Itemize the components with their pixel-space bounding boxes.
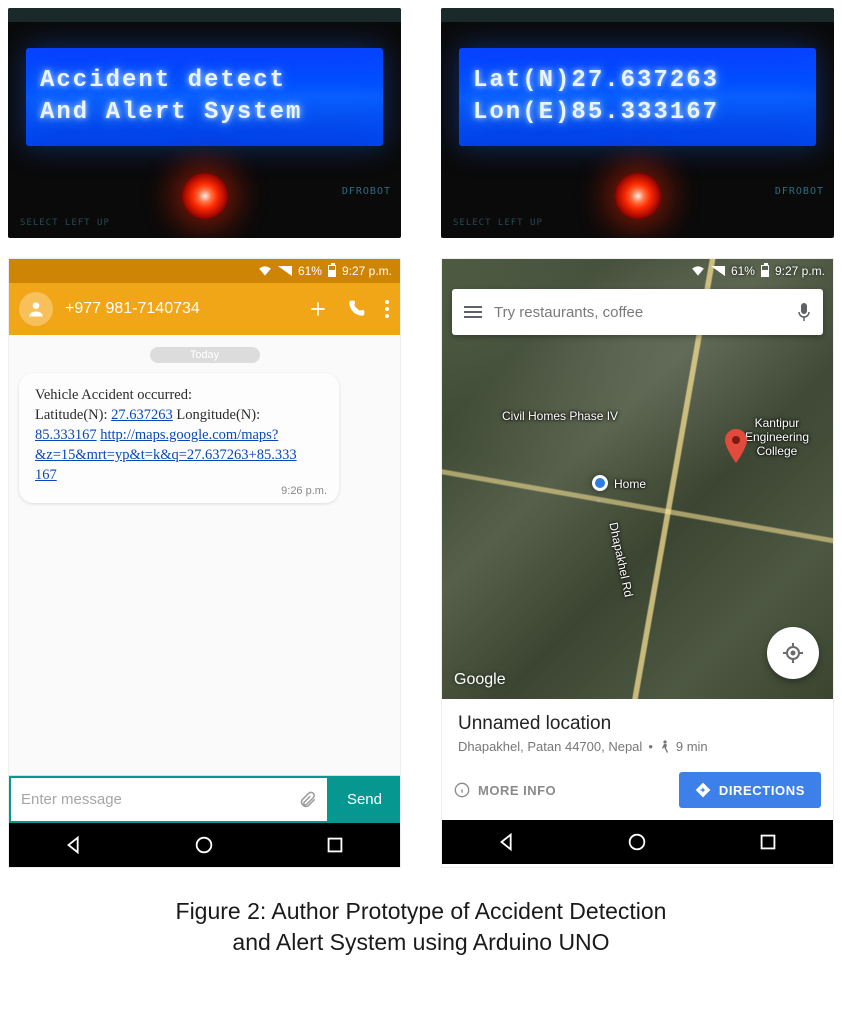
status-time: 9:27 p.m. (342, 264, 392, 278)
map-view[interactable]: 61% 9:27 p.m. Try restaurants, coffee Ci… (442, 259, 833, 699)
sms-header: +977 981-7140734 (9, 283, 400, 335)
msg-time: 9:26 p.m. (281, 484, 327, 499)
message-input[interactable]: Enter message (9, 776, 329, 823)
recents-icon[interactable] (324, 834, 346, 856)
msg-text: Longitude(N): (173, 407, 260, 423)
msg-text: Vehicle Accident occurred: (35, 387, 192, 403)
android-navbar (9, 823, 400, 867)
sms-header-actions (308, 299, 390, 319)
directions-button[interactable]: DIRECTIONS (679, 772, 821, 808)
wifi-icon (691, 266, 705, 276)
mic-icon[interactable] (797, 302, 811, 322)
walk-icon (659, 740, 670, 754)
lcd-panel-title: Accident detect And Alert System DFROBOT… (8, 8, 401, 238)
power-led-icon (615, 173, 661, 219)
menu-dots-icon[interactable] (384, 299, 390, 319)
sms-composer: Enter message Send (9, 775, 400, 823)
more-info-button[interactable]: MORE INFO (454, 782, 556, 798)
signal-icon (711, 266, 725, 276)
pcb-brand: DFROBOT (775, 186, 824, 197)
lcd-screen-coords: Lat(N)27.637263 Lon(E)85.333167 (459, 48, 816, 146)
send-button[interactable]: Send (329, 776, 400, 823)
signal-icon (278, 266, 292, 276)
back-icon[interactable] (496, 831, 518, 853)
battery-percent: 61% (731, 264, 755, 278)
figure-caption: Figure 2: Author Prototype of Accident D… (8, 888, 834, 964)
contact-number[interactable]: +977 981-7140734 (65, 300, 296, 318)
lcd-line: Lon(E)85.333167 (473, 97, 802, 129)
battery-icon (328, 265, 336, 277)
pcb-brand: DFROBOT (342, 186, 391, 197)
status-bar: 61% 9:27 p.m. (442, 259, 833, 283)
directions-icon (695, 782, 711, 798)
poi-label[interactable]: Civil Homes Phase IV (502, 409, 618, 423)
map-pin-icon[interactable] (724, 429, 748, 463)
lcd-line: And Alert System (40, 97, 369, 129)
pcb-buttons: SELECT LEFT UP (20, 218, 110, 228)
poi-label[interactable]: Kantipur Engineering College (745, 417, 809, 458)
my-location-button[interactable] (767, 627, 819, 679)
map-actions: MORE INFO DIRECTIONS (442, 764, 833, 820)
hamburger-icon[interactable] (464, 306, 482, 318)
wifi-icon (258, 266, 272, 276)
back-icon[interactable] (63, 834, 85, 856)
location-title: Unnamed location (458, 713, 817, 735)
lcd-panel-coords: Lat(N)27.637263 Lon(E)85.333167 DFROBOT … (441, 8, 834, 238)
map-search-card[interactable]: Try restaurants, coffee (452, 289, 823, 335)
day-label: Today (150, 347, 260, 363)
longitude-link[interactable]: 85.333167 (35, 427, 97, 443)
input-placeholder: Enter message (21, 791, 122, 808)
android-navbar (442, 820, 833, 864)
figure-grid: Accident detect And Alert System DFROBOT… (4, 4, 838, 968)
sms-phone: 61% 9:27 p.m. +977 981-7140734 Today Veh… (8, 258, 401, 868)
location-subtitle: Dhapakhel, Patan 44700, Nepal • 9 min (458, 739, 817, 754)
map-url-link[interactable]: http://maps.google.com/maps? (100, 427, 278, 443)
battery-icon (761, 265, 769, 277)
google-logo: Google (454, 671, 506, 689)
msg-text: Latitude(N): (35, 407, 111, 423)
recents-icon[interactable] (757, 831, 779, 853)
status-icons: 61% 9:27 p.m. (691, 264, 825, 278)
add-icon[interactable] (308, 299, 328, 319)
latitude-link[interactable]: 27.637263 (111, 407, 173, 423)
lcd-line: Accident detect (40, 65, 369, 97)
status-bar: 61% 9:27 p.m. (9, 259, 400, 283)
contact-avatar-icon[interactable] (19, 292, 53, 326)
call-icon[interactable] (346, 299, 366, 319)
search-placeholder: Try restaurants, coffee (494, 304, 785, 321)
map-url-link[interactable]: 167 (35, 467, 57, 483)
sms-body[interactable]: Today Vehicle Accident occurred: Latitud… (9, 335, 400, 775)
power-led-icon (182, 173, 228, 219)
map-url-link[interactable]: &z=15&mrt=yp&t=k&q=27.637263+85.333 (35, 447, 297, 463)
current-location-dot-icon[interactable] (592, 475, 608, 491)
status-time: 9:27 p.m. (775, 264, 825, 278)
battery-percent: 61% (298, 264, 322, 278)
home-icon[interactable] (193, 834, 215, 856)
pcb-buttons: SELECT LEFT UP (453, 218, 543, 228)
home-icon[interactable] (626, 831, 648, 853)
status-icons: 61% 9:27 p.m. (258, 264, 392, 278)
poi-home-label[interactable]: Home (614, 477, 646, 491)
maps-phone: 61% 9:27 p.m. Try restaurants, coffee Ci… (441, 258, 834, 868)
info-icon (454, 782, 470, 798)
map-info-card[interactable]: Unnamed location Dhapakhel, Patan 44700,… (442, 699, 833, 764)
lcd-line: Lat(N)27.637263 (473, 65, 802, 97)
sms-message-bubble[interactable]: Vehicle Accident occurred: Latitude(N): … (19, 373, 339, 503)
attach-icon[interactable] (299, 790, 317, 810)
lcd-screen-title: Accident detect And Alert System (26, 48, 383, 146)
